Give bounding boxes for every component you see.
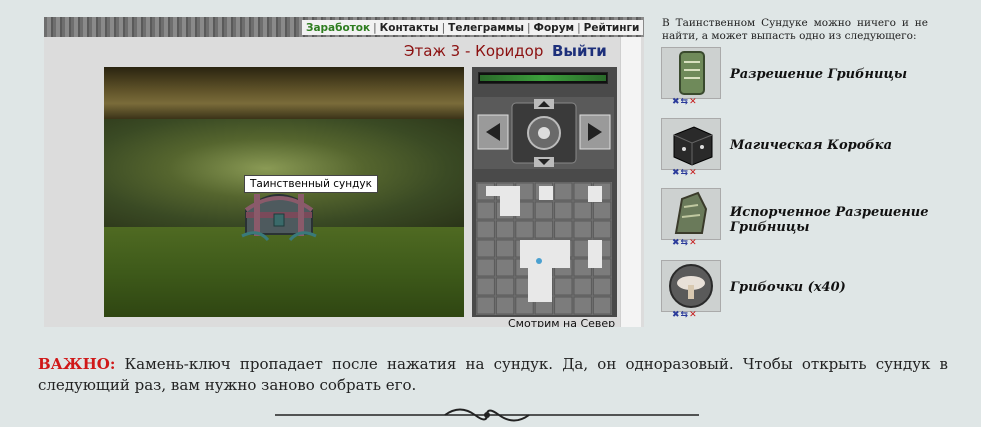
nav-earnings[interactable]: Заработок	[306, 22, 370, 34]
loot-item-name: Разрешение Грибницы	[730, 67, 908, 82]
nav-telegrams[interactable]: Телеграммы	[448, 22, 524, 34]
chest-tooltip: Таинственный сундук	[244, 175, 378, 193]
mushrooms-icon	[661, 260, 721, 312]
item-actions[interactable]: ✖⇆✕	[672, 238, 698, 248]
nav-separator: |	[577, 21, 581, 34]
nav-ratings[interactable]: Рейтинги	[584, 22, 640, 34]
loot-item-name: Магическая Коробка	[730, 138, 893, 153]
move-forward-button[interactable]	[534, 99, 554, 109]
important-text: Камень-ключ пропадает после нажатия на с…	[38, 355, 948, 394]
energy-bar-fill	[480, 75, 606, 81]
nav-separator: |	[373, 21, 377, 34]
turn-left-button[interactable]	[477, 114, 509, 150]
magic-box-icon	[661, 118, 721, 170]
item-actions[interactable]: ✖⇆✕	[672, 310, 698, 320]
important-label: ВАЖНО:	[38, 355, 116, 373]
location-title: Этаж 3 - Коридор	[404, 42, 544, 60]
nav-forum[interactable]: Форум	[534, 22, 575, 34]
important-note: ВАЖНО: Камень-ключ пропадает после нажат…	[38, 354, 948, 396]
movement-controls	[474, 97, 614, 169]
minimap	[476, 182, 612, 315]
loot-item-name: Испорченное Разрешение Грибницы	[730, 205, 929, 235]
move-back-button[interactable]	[534, 157, 554, 167]
item-actions[interactable]: ✖⇆✕	[672, 168, 698, 178]
turn-right-button[interactable]	[579, 114, 611, 150]
loot-item-name: Грибочки (x40)	[730, 280, 846, 295]
nav-contacts[interactable]: Контакты	[380, 22, 439, 34]
nav-separator: |	[527, 21, 531, 34]
top-nav: Заработок | Контакты | Телеграммы | Фору…	[302, 20, 644, 35]
dungeon-ceiling	[104, 67, 464, 119]
ornament-divider	[275, 408, 699, 422]
scrollbar[interactable]	[620, 37, 641, 327]
loot-intro: В Таинственном Сундуке можно ничего и не…	[662, 17, 928, 42]
game-window: Заработок | Контакты | Телеграммы | Фору…	[44, 17, 644, 327]
energy-bar	[478, 72, 608, 84]
exit-link[interactable]: Выйти	[552, 42, 607, 60]
permit-scroll-icon	[661, 47, 721, 99]
nav-separator: |	[441, 21, 446, 34]
spoiled-permit-icon	[661, 188, 721, 240]
item-actions[interactable]: ✖⇆✕	[672, 97, 698, 107]
player-marker	[536, 258, 542, 264]
look-direction: Смотрим на Север	[508, 317, 616, 327]
